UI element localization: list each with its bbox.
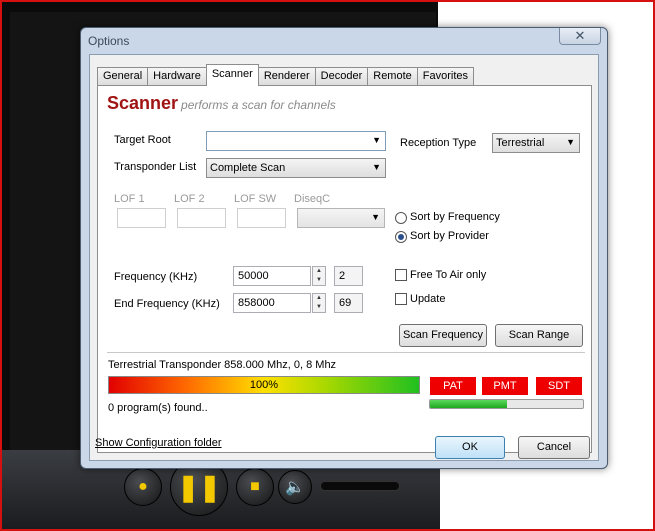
pat-indicator: PAT (430, 377, 476, 395)
lof2-label: LOF 2 (174, 193, 205, 205)
signal-quality-fill (430, 400, 507, 408)
volume-button[interactable]: 🔈 (278, 470, 312, 504)
chevron-down-icon: ▼ (372, 135, 381, 145)
frequency-input[interactable]: 50000 (233, 266, 311, 286)
record-icon: ● (138, 478, 148, 495)
dialog-title: Options (88, 34, 130, 48)
frequency-label: Frequency (KHz) (114, 271, 198, 283)
spin-down-icon: ▼ (316, 304, 322, 310)
end-frequency-value: 858000 (238, 297, 275, 309)
sort-provider-label: Sort by Provider (410, 230, 489, 242)
end-frequency-input[interactable]: 858000 (233, 293, 311, 313)
record-button[interactable]: ● (124, 468, 162, 506)
title-bar[interactable]: Options ✕ (81, 28, 607, 54)
signal-level-text: 100% (249, 379, 279, 391)
frequency-channel-value: 2 (339, 270, 346, 282)
transponder-list-value: Complete Scan (210, 162, 286, 174)
target-root-label: Target Root (114, 134, 171, 146)
tab-decoder[interactable]: Decoder (314, 67, 369, 86)
separator (107, 352, 585, 353)
ok-button[interactable]: OK (435, 436, 505, 459)
spin-up-icon: ▲ (316, 268, 322, 274)
lofsw-label: LOF SW (234, 193, 277, 205)
tab-general[interactable]: General (97, 67, 149, 86)
sdt-indicator: SDT (536, 377, 582, 395)
panel-heading: Scanner performs a scan for channels (107, 93, 336, 114)
close-button[interactable]: ✕ (559, 28, 601, 45)
show-configuration-folder-link[interactable]: Show Configuration folder (95, 437, 222, 449)
panel-title: Scanner (107, 93, 179, 113)
options-dialog: Options ✕ General Hardware Scanner Rende… (80, 27, 608, 469)
transponder-list-dropdown[interactable]: Complete Scan ▼ (206, 158, 386, 178)
stop-button[interactable]: ■ (236, 468, 274, 506)
signal-quality-bar (429, 399, 584, 409)
chevron-down-icon: ▼ (566, 137, 575, 147)
pmt-indicator: PMT (482, 377, 528, 395)
end-frequency-channel-value: 69 (339, 297, 352, 309)
diseqc-dropdown[interactable]: ▼ (297, 208, 385, 228)
lof1-label: LOF 1 (114, 193, 145, 205)
scanner-panel: Scanner performs a scan for channels Targ… (97, 85, 592, 453)
close-icon: ✕ (574, 28, 586, 43)
programs-found-text: 0 program(s) found.. (108, 402, 208, 414)
lof1-input[interactable] (117, 208, 166, 228)
lofsw-input[interactable] (237, 208, 286, 228)
tab-hardware[interactable]: Hardware (147, 67, 207, 86)
scan-range-button[interactable]: Scan Range (495, 324, 583, 347)
cancel-button[interactable]: Cancel (518, 436, 590, 459)
end-frequency-spinner[interactable]: ▲ ▼ (312, 293, 326, 313)
frequency-spinner[interactable]: ▲ ▼ (312, 266, 326, 286)
dialog-client-area: General Hardware Scanner Renderer Decode… (89, 54, 599, 461)
signal-level-bar: 100% (108, 376, 420, 394)
sort-provider-radio[interactable] (395, 231, 407, 243)
free-to-air-label: Free To Air only (410, 269, 487, 281)
spin-up-icon: ▲ (316, 295, 322, 301)
chevron-down-icon: ▼ (371, 212, 380, 222)
transponder-list-label: Transponder List (114, 161, 197, 173)
update-label: Update (410, 293, 446, 305)
lof2-input[interactable] (177, 208, 226, 228)
free-to-air-checkbox[interactable] (395, 269, 407, 281)
transponder-status-text: Terrestrial Transponder 858.000 Mhz, 0, … (108, 359, 337, 371)
reception-type-label: Reception Type (400, 137, 477, 149)
end-frequency-channel-box: 69 (334, 293, 363, 313)
tab-favorites[interactable]: Favorites (416, 67, 475, 86)
spin-down-icon: ▼ (316, 277, 322, 283)
target-root-dropdown[interactable]: ▼ (206, 131, 386, 151)
panel-subtitle: performs a scan for channels (181, 98, 336, 112)
tab-remote[interactable]: Remote (367, 67, 418, 86)
update-checkbox[interactable] (395, 293, 407, 305)
volume-icon: 🔈 (285, 479, 305, 496)
sort-frequency-radio[interactable] (395, 212, 407, 224)
volume-slider[interactable] (320, 481, 400, 491)
tab-scanner[interactable]: Scanner (205, 64, 259, 86)
frequency-value: 50000 (238, 270, 269, 282)
sort-frequency-label: Sort by Frequency (410, 211, 500, 223)
tab-renderer[interactable]: Renderer (257, 67, 316, 86)
reception-type-value: Terrestrial (496, 137, 545, 149)
diseqc-label: DiseqC (294, 193, 331, 205)
chevron-down-icon: ▼ (372, 162, 381, 172)
scan-frequency-button[interactable]: Scan Frequency (399, 324, 487, 347)
stop-icon: ■ (250, 478, 260, 495)
tab-strip: General Hardware Scanner Renderer Decode… (97, 64, 475, 86)
end-frequency-label: End Frequency (KHz) (114, 298, 220, 310)
reception-type-dropdown[interactable]: Terrestrial ▼ (492, 133, 580, 153)
frequency-channel-box: 2 (334, 266, 363, 286)
